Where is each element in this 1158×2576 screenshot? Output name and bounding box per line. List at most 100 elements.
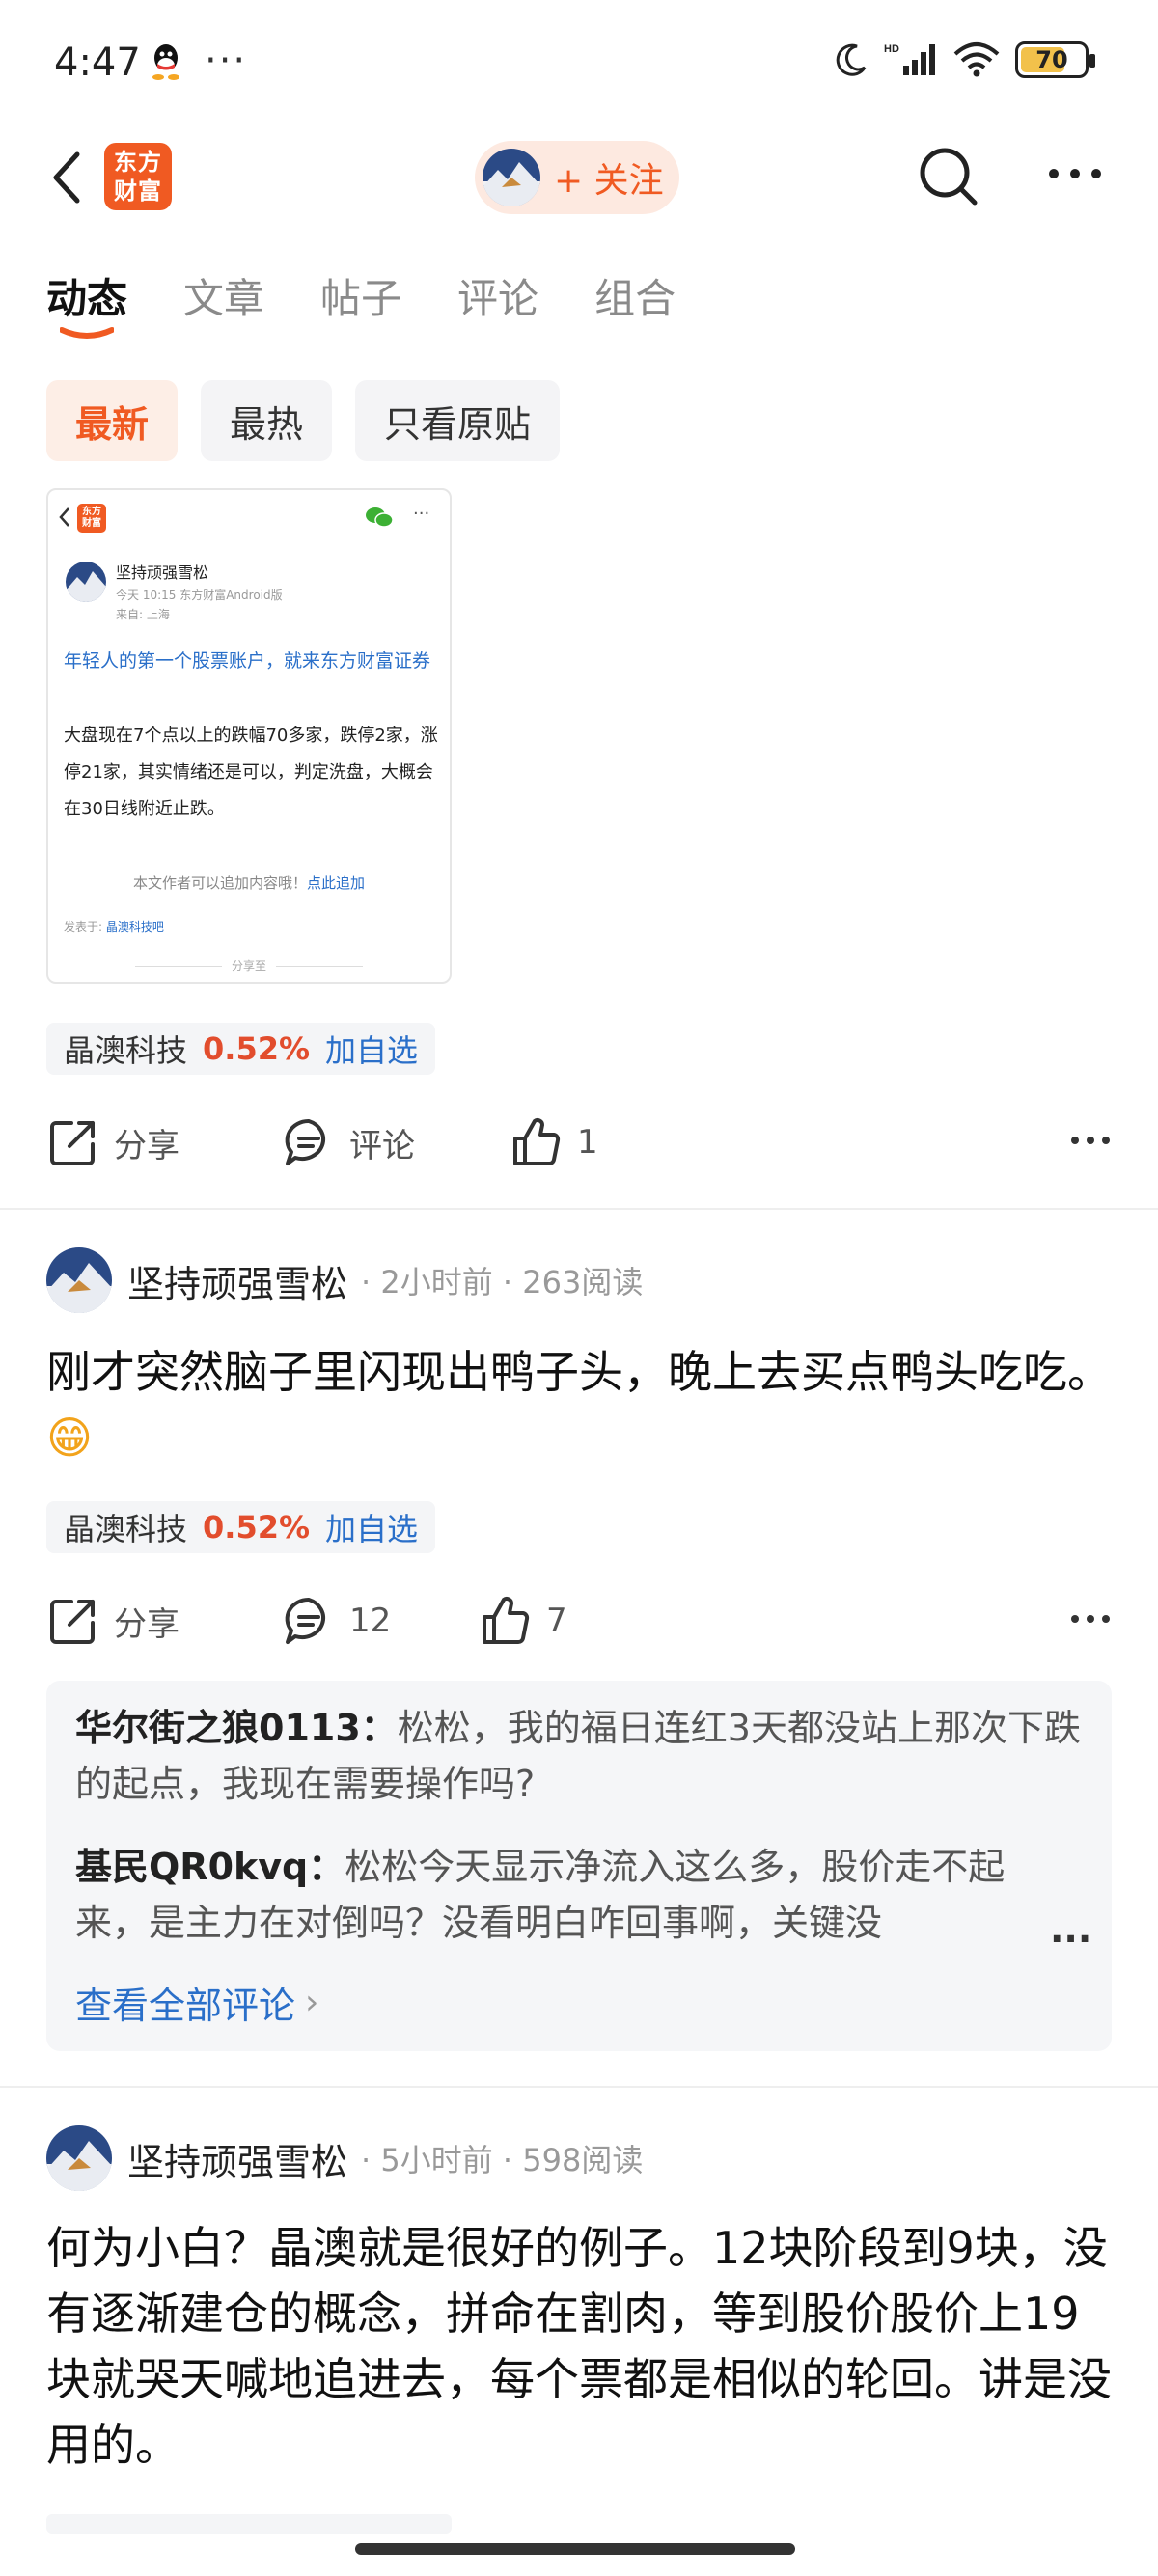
thumb-ad-text: 年轻人的第一个股票账户，就来东方财富证券 — [64, 650, 431, 671]
top-navbar: 东方 财富 + 关注 — [0, 125, 1158, 232]
more-options-icon[interactable] — [1046, 154, 1104, 193]
share-button[interactable]: 分享 — [46, 1115, 179, 1169]
back-arrow-icon[interactable] — [44, 147, 87, 208]
tab-posts-label: 帖子 — [320, 275, 402, 322]
post-more-icon[interactable] — [1069, 1133, 1112, 1148]
post-image-thumbnail[interactable]: 东方 财富 ··· 坚持顽强雪松 今天 10:15 东方财富Android版 来… — [46, 488, 452, 984]
thumb-share-label: 分享至 — [48, 957, 450, 973]
like-button[interactable]: 1 — [510, 1115, 598, 1169]
moon-icon — [836, 43, 867, 76]
tab-articles[interactable]: 文章 — [183, 266, 264, 325]
comment-label: 评论 — [349, 1126, 415, 1165]
tab-feed-label: 动态 — [46, 275, 128, 322]
like-count: 1 — [577, 1123, 598, 1162]
post-header: 坚持顽强雪松 · 5小时前 · 598阅读 — [46, 2124, 643, 2192]
thumb-append-link: 点此追加 — [307, 874, 366, 891]
add-watchlist-button[interactable]: 加自选 — [325, 1027, 418, 1071]
post-text[interactable]: 刚才突然脑子里闪现出鸭子头，晚上去买点鸭头吃吃。 😁 — [46, 1339, 1112, 1470]
home-indicator[interactable] — [355, 2543, 795, 2555]
user-avatar — [482, 149, 540, 206]
tab-comments-label: 评论 — [457, 275, 539, 322]
stock-name: 晶澳科技 — [64, 1511, 188, 1548]
thumb-location: 来自: 上海 — [116, 608, 170, 621]
comment-button[interactable]: 12 — [282, 1594, 391, 1648]
comment-author[interactable]: 基民QR0kvq： — [75, 1846, 345, 1888]
comment-item[interactable]: 基民QR0kvq：松松今天显示净流入这么多，股价走不起来，是主力在对倒吗？没看明… — [75, 1839, 1040, 1951]
add-watchlist-button[interactable]: 加自选 — [325, 1505, 418, 1549]
thumb-logo: 东方 财富 — [77, 504, 106, 533]
comment-author[interactable]: 华尔街之狼0113： — [75, 1707, 398, 1749]
author-name[interactable]: 坚持顽强雪松 — [127, 2132, 347, 2185]
post-header: 坚持顽强雪松 · 2小时前 · 263阅读 — [46, 1247, 643, 1314]
status-right: HD 70 — [832, 41, 1095, 79]
filter-chips: 最新 最热 只看原贴 — [46, 380, 561, 461]
thumb-append-prefix: 本文作者可以追加内容哦！ — [132, 874, 307, 891]
stock-name: 晶澳科技 — [64, 1032, 188, 1069]
thumb-header: 东方 财富 ··· — [48, 490, 450, 548]
post-actions: 分享 12 7 — [46, 1594, 1112, 1652]
comment-icon — [285, 1597, 326, 1644]
comment-item[interactable]: 华尔街之狼0113：松松，我的福日连红3天都没站上那次下跌的起点，我现在需要操作… — [75, 1700, 1089, 1812]
battery-icon: 70 — [1015, 41, 1095, 78]
tab-articles-label: 文章 — [183, 275, 265, 322]
author-avatar[interactable] — [46, 2125, 112, 2191]
qq-icon — [152, 44, 179, 80]
comment-icon — [285, 1118, 326, 1165]
stock-tag[interactable]: 晶澳科技 0.52% 加自选 — [46, 1501, 436, 1553]
follow-button[interactable]: + 关注 — [475, 141, 679, 214]
author-avatar[interactable] — [46, 1247, 112, 1313]
comment-preview-box: 华尔街之狼0113：松松，我的福日连红3天都没站上那次下跌的起点，我现在需要操作… — [46, 1681, 1112, 2051]
like-count: 7 — [546, 1602, 567, 1640]
svg-text:HD: HD — [884, 43, 899, 55]
status-time: 4:47 — [54, 41, 141, 85]
post-more-icon[interactable] — [1069, 1611, 1112, 1627]
post-text[interactable]: 何为小白？晶澳就是很好的例子。12块阶段到9块，没有逐渐建仓的概念，拼命在割肉，… — [46, 2215, 1112, 2478]
thumb-posted-link: 晶澳科技吧 — [105, 920, 164, 934]
status-bar: 4:47 ··· HD 70 — [0, 0, 1158, 125]
share-label: 分享 — [114, 1126, 179, 1165]
tab-active-indicator — [60, 327, 114, 339]
thumb-posted-prefix: 发表于: — [64, 920, 106, 934]
grin-emoji: 😁 — [46, 1411, 93, 1464]
like-button[interactable]: 7 — [479, 1594, 567, 1648]
thumbs-up-icon — [482, 1597, 530, 1644]
thumb-back-icon — [59, 507, 69, 527]
thumbs-up-icon — [513, 1118, 561, 1165]
comment-button[interactable]: 评论 — [282, 1115, 415, 1169]
stock-change: 0.52% — [203, 1030, 311, 1067]
signal-icon: HD — [884, 43, 935, 75]
next-item-peek — [46, 2514, 452, 2534]
comment-ellipsis: ... — [1050, 1908, 1092, 1951]
profile-tabs: 动态 文章 帖子 评论 组合 — [46, 266, 676, 339]
thumb-avatar — [66, 562, 106, 602]
share-label: 分享 — [114, 1604, 179, 1644]
filter-original-only[interactable]: 只看原贴 — [355, 380, 561, 461]
status-more-dots: ··· — [205, 39, 248, 83]
stock-change: 0.52% — [203, 1509, 311, 1546]
share-icon — [50, 1121, 95, 1165]
tab-posts[interactable]: 帖子 — [320, 266, 401, 325]
search-icon[interactable] — [917, 145, 980, 208]
view-all-comments-link[interactable]: 查看全部评论 › — [75, 1976, 318, 2029]
thumb-meta: 今天 10:15 东方财富Android版 — [116, 589, 283, 602]
eastmoney-logo[interactable]: 东方 财富 — [104, 143, 172, 210]
filter-latest[interactable]: 最新 — [46, 380, 179, 461]
tab-comments[interactable]: 评论 — [457, 266, 538, 325]
chevron-right-icon: › — [305, 1983, 319, 2022]
filter-hottest[interactable]: 最热 — [201, 380, 333, 461]
follow-label: + 关注 — [554, 161, 664, 201]
battery-level: 70 — [1035, 46, 1068, 73]
wifi-icon — [953, 42, 1000, 77]
view-all-label: 查看全部评论 — [75, 1985, 296, 2027]
tab-feed[interactable]: 动态 — [46, 266, 128, 339]
stock-tag[interactable]: 晶澳科技 0.52% 加自选 — [46, 1023, 436, 1075]
share-icon — [50, 1600, 95, 1644]
thumb-username: 坚持顽强雪松 — [116, 563, 209, 582]
share-button[interactable]: 分享 — [46, 1594, 179, 1648]
tab-portfolio[interactable]: 组合 — [594, 266, 676, 325]
thumb-body: 大盘现在7个点以上的跌幅70多家，跌停2家，涨停21家，其实情绪还是可以，判定洗… — [64, 726, 438, 819]
author-name[interactable]: 坚持顽强雪松 — [127, 1254, 347, 1307]
wechat-icon — [366, 507, 394, 528]
thumb-append-line: 本文作者可以追加内容哦！点此追加 — [48, 872, 450, 892]
post-text-content: 刚才突然脑子里闪现出鸭子头，晚上去买点鸭头吃吃。 — [46, 1346, 1112, 1398]
